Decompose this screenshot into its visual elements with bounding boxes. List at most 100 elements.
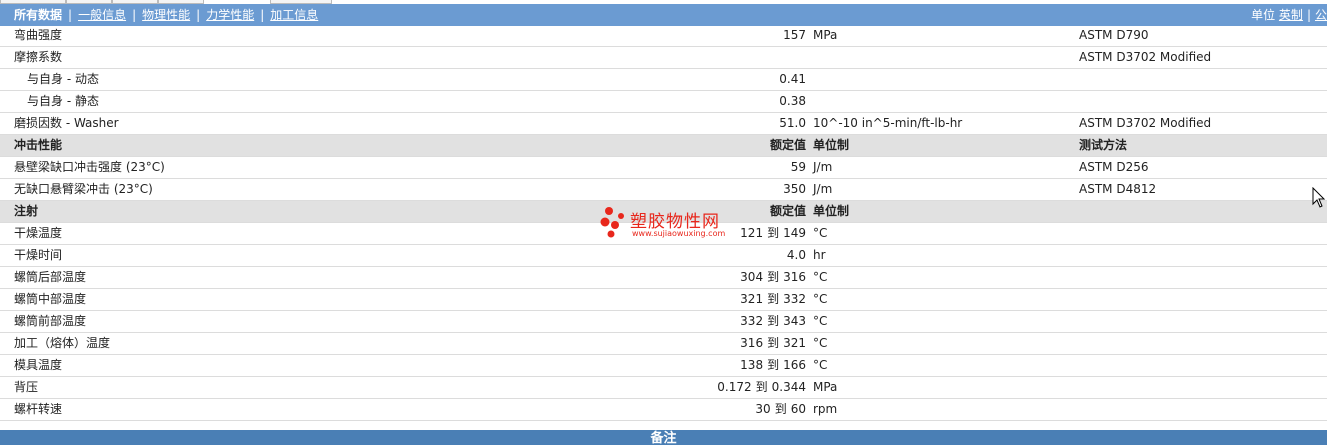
property-value: 4.0: [786, 248, 806, 262]
range-min: 332: [740, 314, 764, 328]
property-row: 弯曲强度 157 MPa ASTM D790: [0, 25, 1327, 47]
property-name: 无缺口悬臂梁冲击 (23°C): [14, 182, 153, 196]
tab-processing-info[interactable]: 加工信息: [270, 8, 318, 22]
property-row: 干燥时间 4.0 hr: [0, 245, 1327, 267]
property-name: 摩擦系数: [14, 50, 63, 64]
range-max: 321: [783, 336, 806, 350]
units-label: 单位: [1251, 8, 1276, 22]
property-name: 与自身 - 动态: [27, 72, 99, 86]
property-unit: °C: [813, 314, 828, 328]
tab-general-info[interactable]: 一般信息: [78, 8, 126, 22]
tab-physical-properties[interactable]: 物理性能: [142, 8, 190, 22]
property-row: 模具温度 138 到 166 °C: [0, 355, 1327, 377]
notes-bar[interactable]: 备注: [0, 430, 1327, 445]
page: 所有数据 | 一般信息 | 物理性能 | 力学性能 | 加工信息 单位 英制 | 公 弯曲强度 157…: [0, 0, 1327, 445]
range-min: 121: [740, 226, 764, 240]
property-name: 螺筒后部温度: [14, 270, 87, 284]
property-unit: J/m: [813, 182, 833, 196]
property-name: 磨损因数 - Washer: [14, 116, 119, 130]
range-to-word: 到: [767, 270, 780, 284]
property-unit: J/m: [813, 160, 833, 174]
range-min: 0.172: [717, 380, 752, 394]
unit-switcher: 单位 英制 | 公: [1251, 7, 1327, 23]
watermark-logo-icon: [600, 207, 624, 238]
property-row: 与自身 - 动态 0.41: [0, 69, 1327, 91]
range-min: 316: [740, 336, 764, 350]
units-metric-link[interactable]: 公: [1315, 8, 1327, 22]
property-name: 加工（熔体）温度: [14, 336, 111, 350]
property-row: 螺筒中部温度 321 到 332 °C: [0, 289, 1327, 311]
section-header-row: 冲击性能 额定值 单位制 测试方法: [0, 135, 1327, 157]
tab-mechanical-properties[interactable]: 力学性能: [206, 8, 254, 22]
property-name: 螺筒前部温度: [14, 314, 87, 328]
range-max: 149: [783, 226, 806, 240]
property-unit: 单位制: [813, 204, 850, 218]
property-unit: hr: [813, 248, 826, 262]
property-value: 59: [790, 160, 806, 174]
property-name: 干燥温度: [14, 226, 63, 240]
range-max: 0.344: [771, 380, 806, 394]
property-unit: °C: [813, 292, 828, 306]
property-value: 321 到 332: [740, 289, 806, 310]
property-value: 157: [783, 28, 806, 42]
property-name: 干燥时间: [14, 248, 63, 262]
range-min: 304: [740, 270, 764, 284]
range-max: 60: [790, 402, 806, 416]
property-value: 0.172 到 0.344: [717, 377, 806, 398]
data-nav-bar: 所有数据 | 一般信息 | 物理性能 | 力学性能 | 加工信息 单位 英制 | 公: [0, 4, 1327, 26]
range-to-word: 到: [767, 226, 780, 240]
units-imperial-link[interactable]: 英制: [1279, 8, 1303, 22]
property-name: 弯曲强度: [14, 28, 63, 42]
range-min: 138: [740, 358, 764, 372]
range-to-word: 到: [767, 314, 780, 328]
test-method: ASTM D790: [1079, 28, 1149, 42]
property-unit: MPa: [813, 28, 838, 42]
property-name: 背压: [14, 380, 39, 394]
property-row: 加工（熔体）温度 316 到 321 °C: [0, 333, 1327, 355]
tab-separator: |: [196, 8, 201, 22]
property-value: 332 到 343: [740, 311, 806, 332]
property-row: 磨损因数 - Washer 51.0 10^-10 in^5-min/ft-lb-h…: [0, 113, 1327, 135]
property-name: 螺杆转速: [14, 402, 63, 416]
property-unit: °C: [813, 226, 828, 240]
range-max: 316: [783, 270, 806, 284]
tab-separator: |: [68, 8, 73, 22]
property-unit: rpm: [813, 402, 838, 416]
property-value: 0.41: [779, 72, 806, 86]
property-value: 121 到 149: [740, 223, 806, 244]
property-value: 30 到 60: [755, 399, 806, 420]
property-value: 51.0: [779, 116, 806, 130]
property-value: 0.38: [779, 94, 806, 108]
property-value: 额定值: [769, 204, 806, 218]
test-method: ASTM D3702 Modified: [1079, 116, 1212, 130]
range-max: 343: [783, 314, 806, 328]
property-name: 与自身 - 静态: [27, 94, 99, 108]
units-separator: |: [1306, 8, 1311, 22]
property-row: 与自身 - 静态 0.38: [0, 91, 1327, 113]
property-row: 摩擦系数 ASTM D3702 Modified: [0, 47, 1327, 69]
property-name: 冲击性能: [14, 138, 63, 152]
property-value: 额定值: [769, 138, 806, 152]
property-row: 背压 0.172 到 0.344 MPa: [0, 377, 1327, 399]
mouse-cursor-icon: [1312, 187, 1326, 208]
test-method: ASTM D3702 Modified: [1079, 50, 1212, 64]
range-max: 166: [783, 358, 806, 372]
property-value: 350: [783, 182, 806, 196]
property-name: 模具温度: [14, 358, 63, 372]
test-method: 测试方法: [1079, 138, 1128, 152]
range-to-word: 到: [755, 380, 768, 394]
range-to-word: 到: [767, 336, 780, 350]
range-to-word: 到: [767, 358, 780, 372]
range-to-word: 到: [767, 292, 780, 306]
property-unit: °C: [813, 336, 828, 350]
property-unit: °C: [813, 270, 828, 284]
range-min: 30: [755, 402, 771, 416]
watermark: 塑胶物性网 www.sujiaowuxing.com: [600, 206, 730, 240]
property-row: 螺杆转速 30 到 60 rpm: [0, 399, 1327, 421]
tab-all-data[interactable]: 所有数据: [14, 8, 62, 22]
property-name: 注射: [14, 204, 39, 218]
property-row: 悬壁梁缺口冲击强度 (23°C) 59 J/m ASTM D256: [0, 157, 1327, 179]
property-unit: 单位制: [813, 138, 850, 152]
range-min: 321: [740, 292, 764, 306]
property-unit: °C: [813, 358, 828, 372]
